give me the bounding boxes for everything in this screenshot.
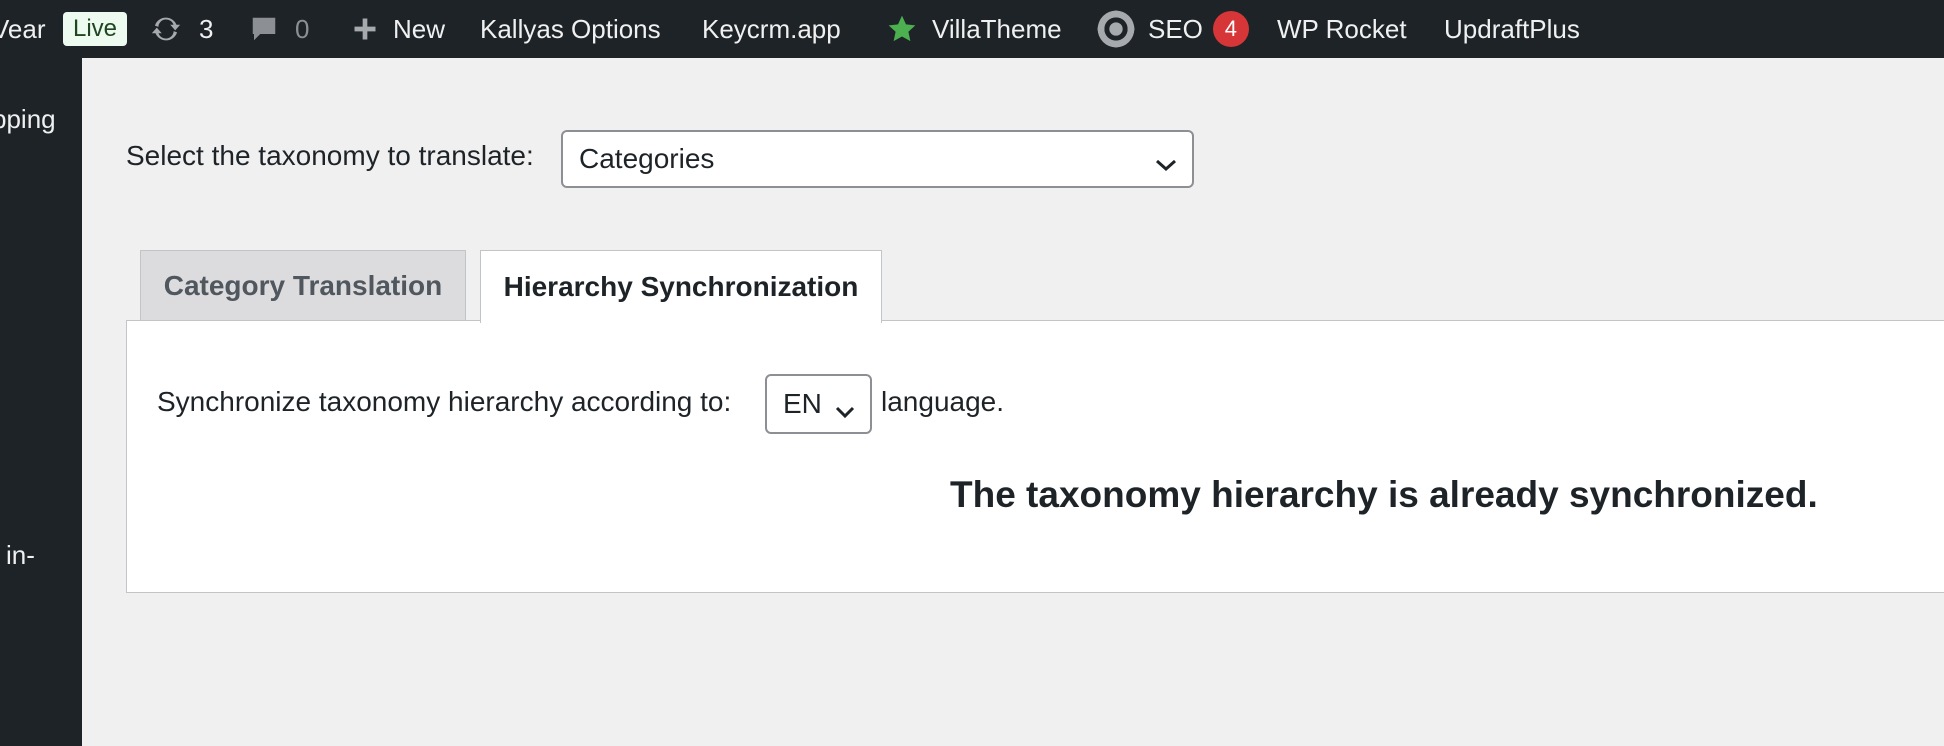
taxonomy-select[interactable]: Categories [561, 130, 1194, 188]
kallyas-options-label: Kallyas Options [480, 13, 661, 44]
comments-link[interactable]: 0 [249, 0, 309, 58]
refresh-icon [149, 12, 183, 46]
sync-language-label: Synchronize taxonomy hierarchy according… [157, 386, 732, 417]
chevron-down-icon [834, 396, 856, 428]
seo-label: SEO [1148, 13, 1203, 44]
admin-sidebar: pping in- [0, 58, 82, 746]
sidebar-item-plugin[interactable]: in- [6, 540, 35, 571]
updraftplus-label: UpdraftPlus [1444, 13, 1580, 44]
updraftplus-link[interactable]: UpdraftPlus [1444, 0, 1580, 58]
star-icon [886, 13, 918, 45]
seo-gear-icon [1096, 9, 1136, 49]
tab-category-translation[interactable]: Category Translation [140, 250, 466, 321]
wp-rocket-link[interactable]: WP Rocket [1277, 0, 1407, 58]
villatheme-label: VillaTheme [932, 13, 1062, 44]
tab-panel [126, 320, 1944, 593]
live-badge: Live [63, 12, 128, 46]
tab-label: Hierarchy Synchronization [503, 271, 859, 302]
language-select[interactable]: EN [765, 374, 872, 434]
tab-hierarchy-synchronization[interactable]: Hierarchy Synchronization [480, 250, 882, 323]
villatheme-link[interactable]: VillaTheme [886, 0, 1062, 58]
site-name-label: Vear [0, 13, 46, 44]
language-selected-value: EN [783, 388, 822, 419]
site-name-link[interactable]: Vear [0, 0, 46, 58]
updates-count: 3 [199, 13, 214, 44]
live-status[interactable]: Live [63, 0, 128, 58]
kallyas-options-link[interactable]: Kallyas Options [480, 0, 661, 58]
keycrm-label: Keycrm.app [702, 13, 841, 44]
wp-rocket-label: WP Rocket [1277, 13, 1407, 44]
new-label: New [393, 13, 446, 44]
seo-link[interactable]: SEO 4 [1096, 0, 1249, 58]
comment-icon [249, 13, 279, 45]
seo-notification-badge: 4 [1212, 11, 1249, 47]
chevron-down-icon [1154, 150, 1178, 182]
taxonomy-select-label: Select the taxonomy to translate: [126, 140, 534, 171]
keycrm-link[interactable]: Keycrm.app [702, 0, 841, 58]
updates-link[interactable]: 3 [149, 0, 213, 58]
sync-status-message: The taxonomy hierarchy is already synchr… [950, 474, 1818, 515]
language-suffix: language. [881, 386, 1005, 417]
sidebar-item-label: pping [0, 104, 56, 134]
sidebar-item-shipping[interactable]: pping [0, 104, 56, 135]
comments-count: 0 [295, 13, 310, 44]
sidebar-item-label: in- [6, 540, 35, 570]
tab-label: Category Translation [163, 270, 443, 301]
new-content-link[interactable]: New [351, 0, 445, 58]
taxonomy-selected-value: Categories [579, 143, 715, 174]
plus-icon [351, 15, 379, 43]
admin-bar: Vear Live 3 0 New Kallyas Options Keycrm… [0, 0, 1944, 58]
